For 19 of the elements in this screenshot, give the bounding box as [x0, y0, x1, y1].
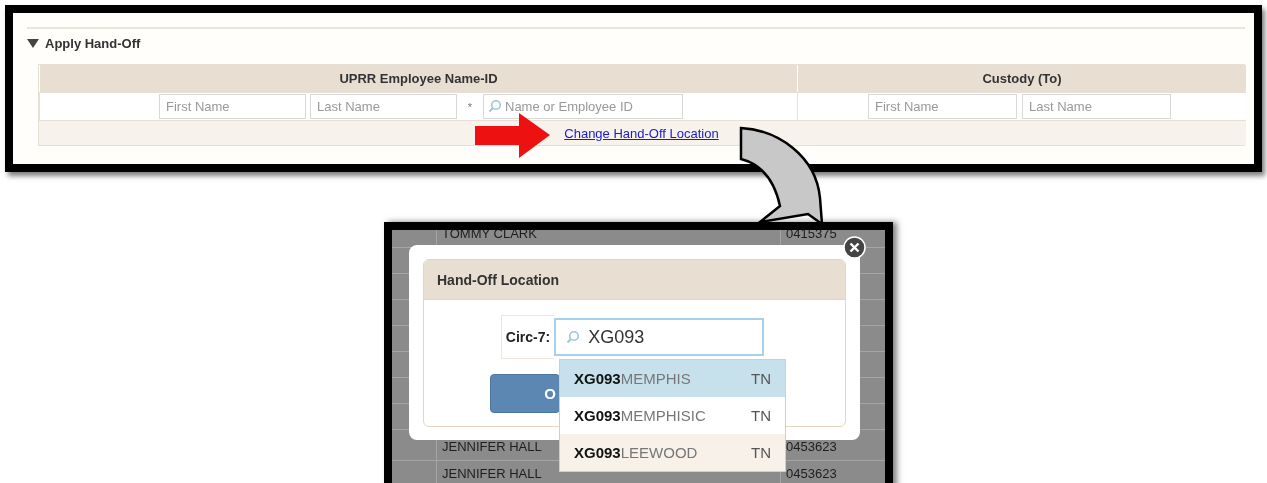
text-field[interactable]: Last Name — [1022, 94, 1171, 119]
suggestion-item[interactable]: XG093MEMPHIS TN — [560, 360, 785, 397]
search-field[interactable]: XG093 — [554, 318, 765, 356]
text-field[interactable]: Last Name — [310, 94, 457, 119]
search-icon — [488, 99, 502, 113]
change-location-link[interactable]: Change Hand-Off Location — [564, 125, 721, 141]
close-icon[interactable] — [843, 236, 866, 259]
section-title: Apply Hand-Off — [45, 35, 141, 51]
search-field[interactable]: Name or Employee ID — [483, 94, 683, 119]
search-icon — [566, 330, 581, 344]
text-field[interactable]: First Name — [868, 94, 1017, 119]
collapse-triangle-icon[interactable] — [27, 38, 39, 48]
dialog-title: Hand-Off Location — [437, 271, 560, 288]
ok-button[interactable]: O — [490, 374, 560, 413]
column-group-header: Custody (To) — [797, 65, 1246, 92]
required-mark: * — [466, 100, 474, 113]
text-field[interactable]: First Name — [159, 94, 306, 119]
column-group-header: UPRR Employee Name-ID — [39, 65, 797, 92]
suggestion-item[interactable]: XG093LEEWOOD TN — [560, 434, 785, 471]
